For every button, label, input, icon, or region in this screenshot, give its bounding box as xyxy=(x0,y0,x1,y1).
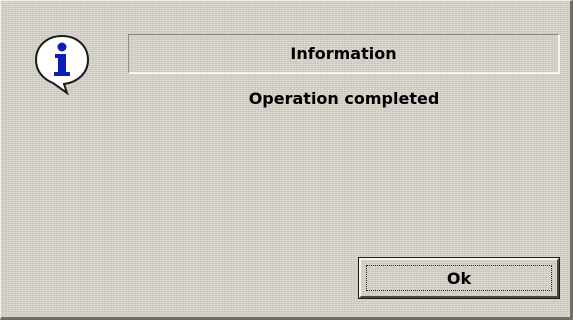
dialog-title: Information xyxy=(290,44,397,63)
ok-button-label: Ok xyxy=(446,268,472,288)
title-field: Information xyxy=(128,34,560,74)
information-dialog: Information Operation completed Ok xyxy=(0,0,573,320)
ok-button[interactable]: Ok xyxy=(359,258,559,298)
info-icon xyxy=(34,34,90,95)
dialog-message: Operation completed xyxy=(248,89,440,108)
